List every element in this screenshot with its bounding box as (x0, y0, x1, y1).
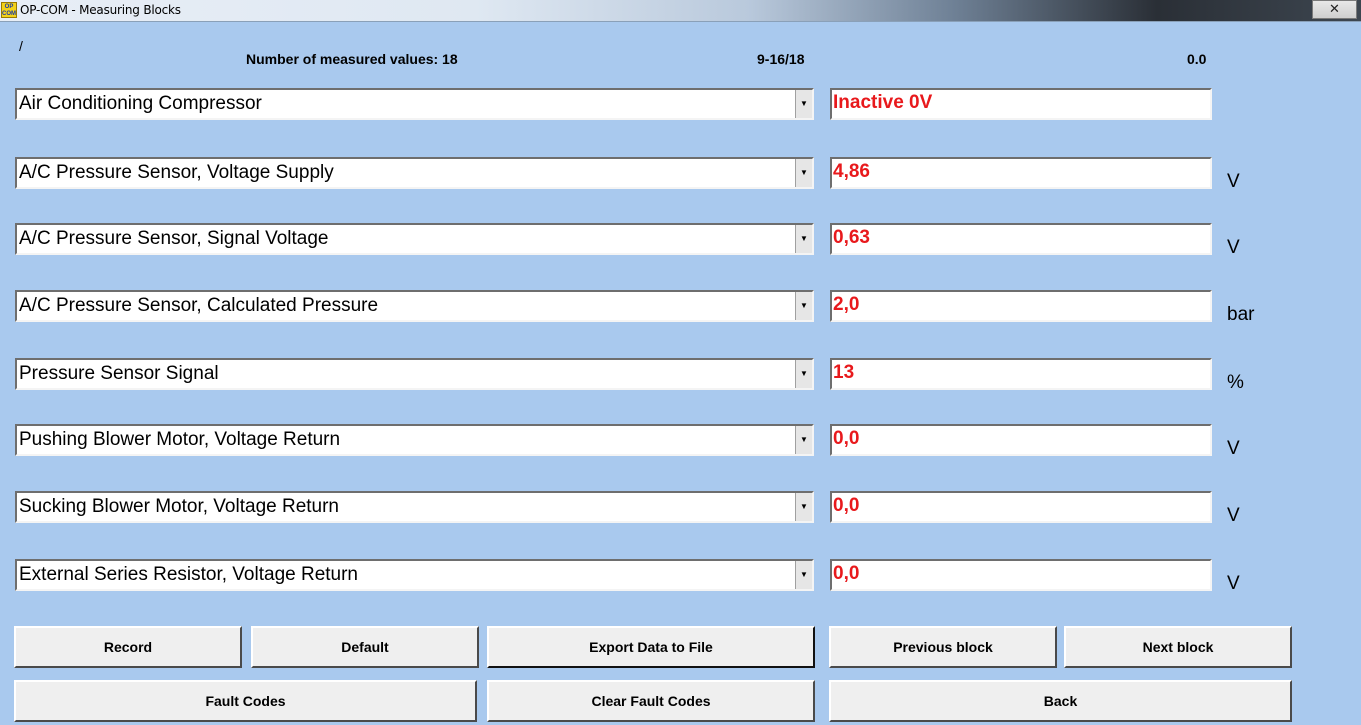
parameter-select[interactable]: A/C Pressure Sensor, Calculated Pressure… (15, 290, 814, 322)
close-icon: ✕ (1329, 2, 1340, 17)
export-data-button[interactable]: Export Data to File (487, 626, 815, 668)
back-button[interactable]: Back (829, 680, 1292, 722)
unit-label: % (1227, 372, 1244, 393)
measured-value: 0,0 (833, 563, 860, 584)
measurement-row-8: External Series Resistor, Voltage Return… (0, 559, 1361, 594)
measurement-row-2: A/C Pressure Sensor, Voltage Supply ▼ 4,… (0, 157, 1361, 192)
title-bar: OP COM OP-COM - Measuring Blocks ✕ (0, 0, 1361, 22)
next-block-button[interactable]: Next block (1064, 626, 1292, 668)
value-field: 2,0 (830, 290, 1212, 322)
parameter-select[interactable]: Sucking Blower Motor, Voltage Return ▼ (15, 491, 814, 523)
chevron-down-icon[interactable]: ▼ (795, 90, 812, 118)
previous-block-button[interactable]: Previous block (829, 626, 1057, 668)
chevron-down-icon[interactable]: ▼ (795, 360, 812, 388)
parameter-name: A/C Pressure Sensor, Signal Voltage (19, 228, 329, 249)
parameter-name: Sucking Blower Motor, Voltage Return (19, 496, 340, 517)
measurement-row-7: Sucking Blower Motor, Voltage Return ▼ 0… (0, 491, 1361, 526)
fault-codes-button[interactable]: Fault Codes (14, 680, 477, 722)
parameter-name: Pressure Sensor Signal (19, 363, 219, 384)
measurement-row-3: A/C Pressure Sensor, Signal Voltage ▼ 0,… (0, 223, 1361, 258)
measured-value: 13 (833, 362, 855, 383)
unit-label: V (1227, 237, 1240, 258)
measured-count-label: Number of measured values: 18 (246, 51, 458, 67)
unit-label: V (1227, 505, 1240, 526)
measured-value: 0,63 (833, 227, 870, 248)
record-button[interactable]: Record (14, 626, 242, 668)
chevron-down-icon[interactable]: ▼ (795, 561, 812, 589)
parameter-select[interactable]: Pushing Blower Motor, Voltage Return ▼ (15, 424, 814, 456)
parameter-name: A/C Pressure Sensor, Voltage Supply (19, 162, 334, 183)
measurement-row-1: Air Conditioning Compressor ▼ Inactive 0… (0, 88, 1361, 120)
chevron-down-icon[interactable]: ▼ (795, 159, 812, 187)
opcom-app-icon: OP COM (1, 2, 17, 18)
value-field: 0,63 (830, 223, 1212, 255)
parameter-select[interactable]: A/C Pressure Sensor, Voltage Supply ▼ (15, 157, 814, 189)
timer-label: 0.0 (1187, 51, 1207, 67)
parameter-name: Pushing Blower Motor, Voltage Return (19, 429, 341, 450)
measured-value: 0,0 (833, 495, 860, 516)
value-field: Inactive 0V (830, 88, 1212, 120)
parameter-select[interactable]: Air Conditioning Compressor ▼ (15, 88, 814, 120)
clear-fault-codes-button[interactable]: Clear Fault Codes (487, 680, 815, 722)
value-field: 0,0 (830, 491, 1212, 523)
value-field: 13 (830, 358, 1212, 390)
parameter-select[interactable]: Pressure Sensor Signal ▼ (15, 358, 814, 390)
measured-value: 0,0 (833, 428, 860, 449)
measurement-row-4: A/C Pressure Sensor, Calculated Pressure… (0, 290, 1361, 325)
parameter-name: Air Conditioning Compressor (19, 93, 262, 114)
chevron-down-icon[interactable]: ▼ (795, 493, 812, 521)
value-field: 0,0 (830, 559, 1212, 591)
block-range-label: 9-16/18 (757, 51, 805, 67)
parameter-name: A/C Pressure Sensor, Calculated Pressure (19, 295, 379, 316)
measurement-row-6: Pushing Blower Motor, Voltage Return ▼ 0… (0, 424, 1361, 459)
measured-value: 2,0 (833, 294, 860, 315)
unit-label: bar (1227, 304, 1255, 325)
status-marker: / (19, 38, 23, 54)
unit-label: V (1227, 573, 1240, 594)
measurement-row-5: Pressure Sensor Signal ▼ 13 % (0, 358, 1361, 393)
measured-value: Inactive 0V (833, 92, 933, 113)
parameter-select[interactable]: External Series Resistor, Voltage Return… (15, 559, 814, 591)
unit-label: V (1227, 438, 1240, 459)
parameter-name: External Series Resistor, Voltage Return (19, 564, 359, 585)
close-button[interactable]: ✕ (1312, 0, 1357, 19)
chevron-down-icon[interactable]: ▼ (795, 225, 812, 253)
parameter-select[interactable]: A/C Pressure Sensor, Signal Voltage ▼ (15, 223, 814, 255)
default-button[interactable]: Default (251, 626, 479, 668)
chevron-down-icon[interactable]: ▼ (795, 292, 812, 320)
measured-value: 4,86 (833, 161, 870, 182)
value-field: 0,0 (830, 424, 1212, 456)
window-title: OP-COM - Measuring Blocks (20, 3, 181, 17)
chevron-down-icon[interactable]: ▼ (795, 426, 812, 454)
unit-label: V (1227, 171, 1240, 192)
value-field: 4,86 (830, 157, 1212, 189)
